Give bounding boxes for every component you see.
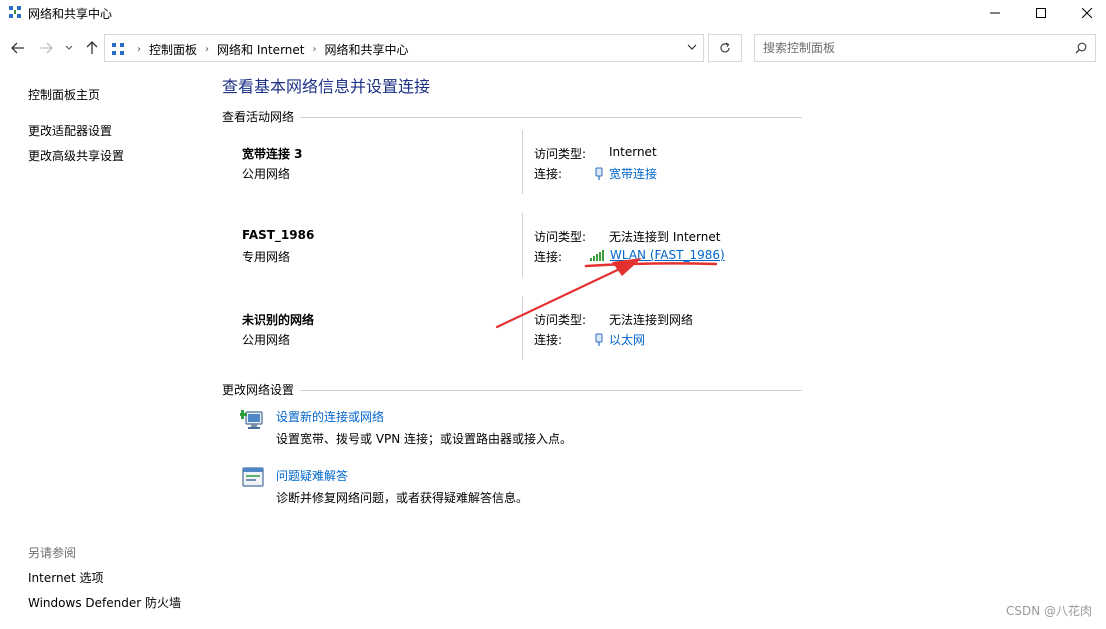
sidebar-item-change-adapter[interactable]: 更改适配器设置: [28, 122, 112, 139]
refresh-button[interactable]: [708, 34, 742, 62]
network-name: 宽带连接 3: [242, 147, 303, 161]
see-also-defender-firewall[interactable]: Windows Defender 防火墙: [28, 594, 181, 611]
see-also-internet-options[interactable]: Internet 选项: [28, 569, 103, 586]
up-button[interactable]: [82, 38, 102, 58]
change-settings-header: 更改网络设置: [222, 381, 802, 398]
arrow-left-icon: [11, 42, 24, 54]
breadcrumb: › 控制面板 › 网络和 Internet › 网络和共享中心: [129, 41, 409, 58]
breadcrumb-network-internet[interactable]: 网络和 Internet: [217, 41, 304, 58]
close-button[interactable]: [1064, 0, 1106, 26]
search-box[interactable]: [754, 34, 1096, 62]
wifi-signal-icon: [590, 248, 607, 262]
annotation-underline: [584, 262, 718, 268]
ethernet-icon: [592, 333, 606, 347]
access-type-label: 访问类型:: [534, 147, 587, 161]
access-type-value: Internet: [609, 145, 657, 159]
new-connection-icon: [240, 410, 263, 429]
forward-button[interactable]: [36, 38, 56, 58]
network-center-icon: [9, 6, 21, 18]
connection-link-wlan[interactable]: WLAN (FAST_1986): [590, 248, 725, 262]
maximize-icon: [1036, 8, 1046, 18]
breadcrumb-network-sharing[interactable]: 网络和共享中心: [324, 41, 408, 58]
network-type: 公用网络: [242, 167, 291, 181]
network-name: 未识别的网络: [242, 313, 315, 327]
window-title: 网络和共享中心: [28, 7, 113, 21]
change-settings-header-label: 更改网络设置: [222, 383, 295, 397]
arrow-up-icon: [86, 41, 98, 54]
minimize-icon: [990, 12, 1000, 14]
access-type-value: 无法连接到网络: [609, 313, 694, 327]
sidebar-item-control-panel-home[interactable]: 控制面板主页: [28, 86, 100, 103]
chevron-right-icon: ›: [137, 44, 141, 55]
network-type: 专用网络: [242, 250, 291, 264]
breadcrumb-control-panel[interactable]: 控制面板: [149, 41, 197, 58]
troubleshoot-icon: [242, 467, 264, 487]
refresh-icon: [720, 42, 730, 53]
connections-label: 连接:: [534, 250, 563, 264]
address-dropdown-icon[interactable]: [687, 43, 697, 51]
dialup-icon: [592, 167, 606, 181]
arrow-right-icon: [40, 42, 53, 54]
connection-link-label: WLAN (FAST_1986): [610, 248, 725, 262]
chevron-right-icon[interactable]: ›: [205, 44, 209, 55]
access-type-value: 无法连接到 Internet: [609, 230, 721, 244]
network-name: FAST_1986: [242, 228, 315, 242]
watermark: CSDN @八花肉: [1005, 604, 1092, 618]
divider: [300, 117, 802, 118]
recent-locations-button[interactable]: [62, 38, 76, 58]
divider: [522, 130, 523, 194]
address-bar[interactable]: › 控制面板 › 网络和 Internet › 网络和共享中心: [104, 34, 704, 62]
close-icon: [1082, 8, 1092, 18]
chevron-down-icon: [65, 45, 73, 50]
connections-label: 连接:: [534, 333, 563, 347]
navigation-bar: › 控制面板 › 网络和 Internet › 网络和共享中心: [0, 32, 1106, 64]
connection-link-label: 以太网: [609, 333, 646, 347]
access-type-label: 访问类型:: [534, 230, 587, 244]
troubleshoot-description: 诊断并修复网络问题，或者获得疑难解答信息。: [276, 491, 529, 505]
maximize-button[interactable]: [1018, 0, 1064, 26]
divider: [300, 390, 802, 391]
connection-link-label: 宽带连接: [609, 167, 658, 181]
page-title: 查看基本网络信息并设置连接: [222, 77, 431, 96]
active-networks-header: 查看活动网络: [222, 108, 802, 125]
search-icon[interactable]: [1075, 42, 1087, 54]
title-bar: 网络和共享中心: [0, 0, 1106, 26]
divider: [522, 213, 523, 277]
troubleshoot-link[interactable]: 问题疑难解答: [276, 467, 348, 484]
access-type-label: 访问类型:: [534, 313, 587, 327]
chevron-right-icon[interactable]: ›: [312, 44, 316, 55]
back-button[interactable]: [8, 38, 28, 58]
setup-new-connection-link[interactable]: 设置新的连接或网络: [276, 408, 384, 425]
search-input[interactable]: [763, 40, 1063, 56]
minimize-button[interactable]: [972, 0, 1018, 26]
connection-link-broadband[interactable]: 宽带连接: [592, 165, 657, 182]
network-type: 公用网络: [242, 333, 291, 347]
sidebar-item-advanced-sharing[interactable]: 更改高级共享设置: [28, 147, 124, 164]
connection-link-ethernet[interactable]: 以太网: [592, 331, 645, 348]
see-also-heading: 另请参阅: [28, 546, 77, 560]
connections-label: 连接:: [534, 167, 563, 181]
divider: [522, 296, 523, 360]
control-panel-icon: [112, 43, 124, 55]
active-networks-header-label: 查看活动网络: [222, 110, 295, 124]
setup-new-connection-description: 设置宽带、拨号或 VPN 连接；或设置路由器或接入点。: [276, 432, 573, 446]
